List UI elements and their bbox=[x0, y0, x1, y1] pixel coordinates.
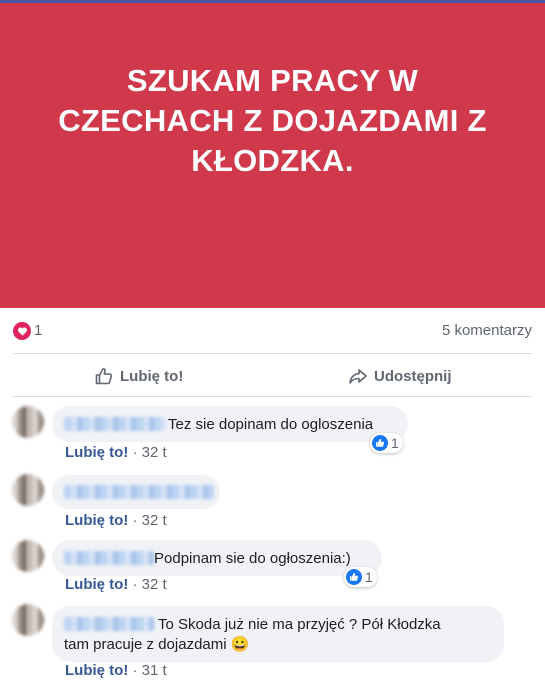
avatar[interactable] bbox=[12, 540, 44, 572]
share-button[interactable]: Udostępnij bbox=[348, 356, 452, 396]
comment-timestamp[interactable]: · 32 t bbox=[128, 512, 166, 529]
comment-like-link[interactable]: Lubię to! bbox=[65, 576, 128, 593]
like-button-label: Lubię to! bbox=[120, 367, 184, 385]
post-actions-bar: Lubię to! Udostępnij bbox=[0, 356, 545, 396]
comment-reaction-count: 1 bbox=[365, 569, 373, 585]
comment-bubble: Tez sie dopinam do ogloszenia bbox=[52, 406, 408, 442]
post-stats-bar: 1 5 komentarzy bbox=[0, 308, 545, 354]
avatar[interactable] bbox=[12, 406, 44, 438]
comment-like-link[interactable]: Lubię to! bbox=[65, 444, 128, 461]
like-button[interactable]: Lubię to! bbox=[94, 356, 183, 396]
comment-bubble bbox=[52, 475, 220, 509]
comment-like-link[interactable]: Lubię to! bbox=[65, 512, 128, 529]
comment-reactions[interactable]: 1 bbox=[370, 433, 403, 453]
comment-text: To Skoda już nie ma przyjęć ? Pół Kłodzk… bbox=[158, 616, 441, 633]
comment-meta: Lubię to! · 32 t bbox=[65, 576, 167, 593]
thumbs-up-icon bbox=[372, 435, 388, 451]
heart-icon[interactable] bbox=[13, 322, 31, 340]
comment-text: Podpinam sie do ogłoszenia:) bbox=[154, 550, 351, 567]
comment-like-link[interactable]: Lubię to! bbox=[65, 662, 128, 679]
comment-bubble: To Skoda już nie ma przyjęć ? Pół Kłodzk… bbox=[52, 606, 504, 662]
comment-reactions[interactable]: 1 bbox=[344, 567, 377, 587]
post-banner: SZUKAM PRACY W CZECHACH Z DOJAZDAMI Z KŁ… bbox=[0, 3, 545, 308]
comment-meta: Lubię to! · 32 t bbox=[65, 512, 167, 529]
divider bbox=[13, 396, 532, 397]
avatar[interactable] bbox=[12, 604, 44, 636]
comments-count-link[interactable]: 5 komentarzy bbox=[442, 322, 532, 339]
thumbs-up-outline-icon bbox=[95, 368, 113, 385]
thumbs-up-icon bbox=[346, 569, 362, 585]
commenter-name-blurred[interactable] bbox=[64, 417, 166, 431]
share-arrow-icon bbox=[349, 369, 367, 384]
comment-text-line2: tam pracuje z dojazdami 😀 bbox=[64, 636, 250, 653]
share-button-label: Udostępnij bbox=[374, 367, 452, 385]
comment-bubble: Podpinam sie do ogłoszenia:) bbox=[52, 540, 382, 576]
avatar[interactable] bbox=[12, 474, 44, 506]
divider bbox=[13, 353, 532, 354]
comment-timestamp[interactable]: · 32 t bbox=[128, 444, 166, 461]
comment-reaction-count: 1 bbox=[391, 435, 399, 451]
comment-meta: Lubię to! · 32 t bbox=[65, 444, 167, 461]
comment-meta: Lubię to! · 31 t bbox=[65, 662, 167, 679]
comment-timestamp[interactable]: · 31 t bbox=[128, 662, 166, 679]
reaction-count[interactable]: 1 bbox=[34, 322, 42, 339]
post-banner-text: SZUKAM PRACY W CZECHACH Z DOJAZDAMI Z KŁ… bbox=[58, 63, 487, 178]
commenter-name-blurred[interactable] bbox=[64, 617, 154, 631]
comment-text: Tez sie dopinam do ogloszenia bbox=[168, 416, 374, 433]
commenter-name-blurred[interactable] bbox=[64, 551, 154, 565]
commenter-name-blurred[interactable] bbox=[64, 485, 214, 499]
comment-timestamp[interactable]: · 32 t bbox=[128, 576, 166, 593]
